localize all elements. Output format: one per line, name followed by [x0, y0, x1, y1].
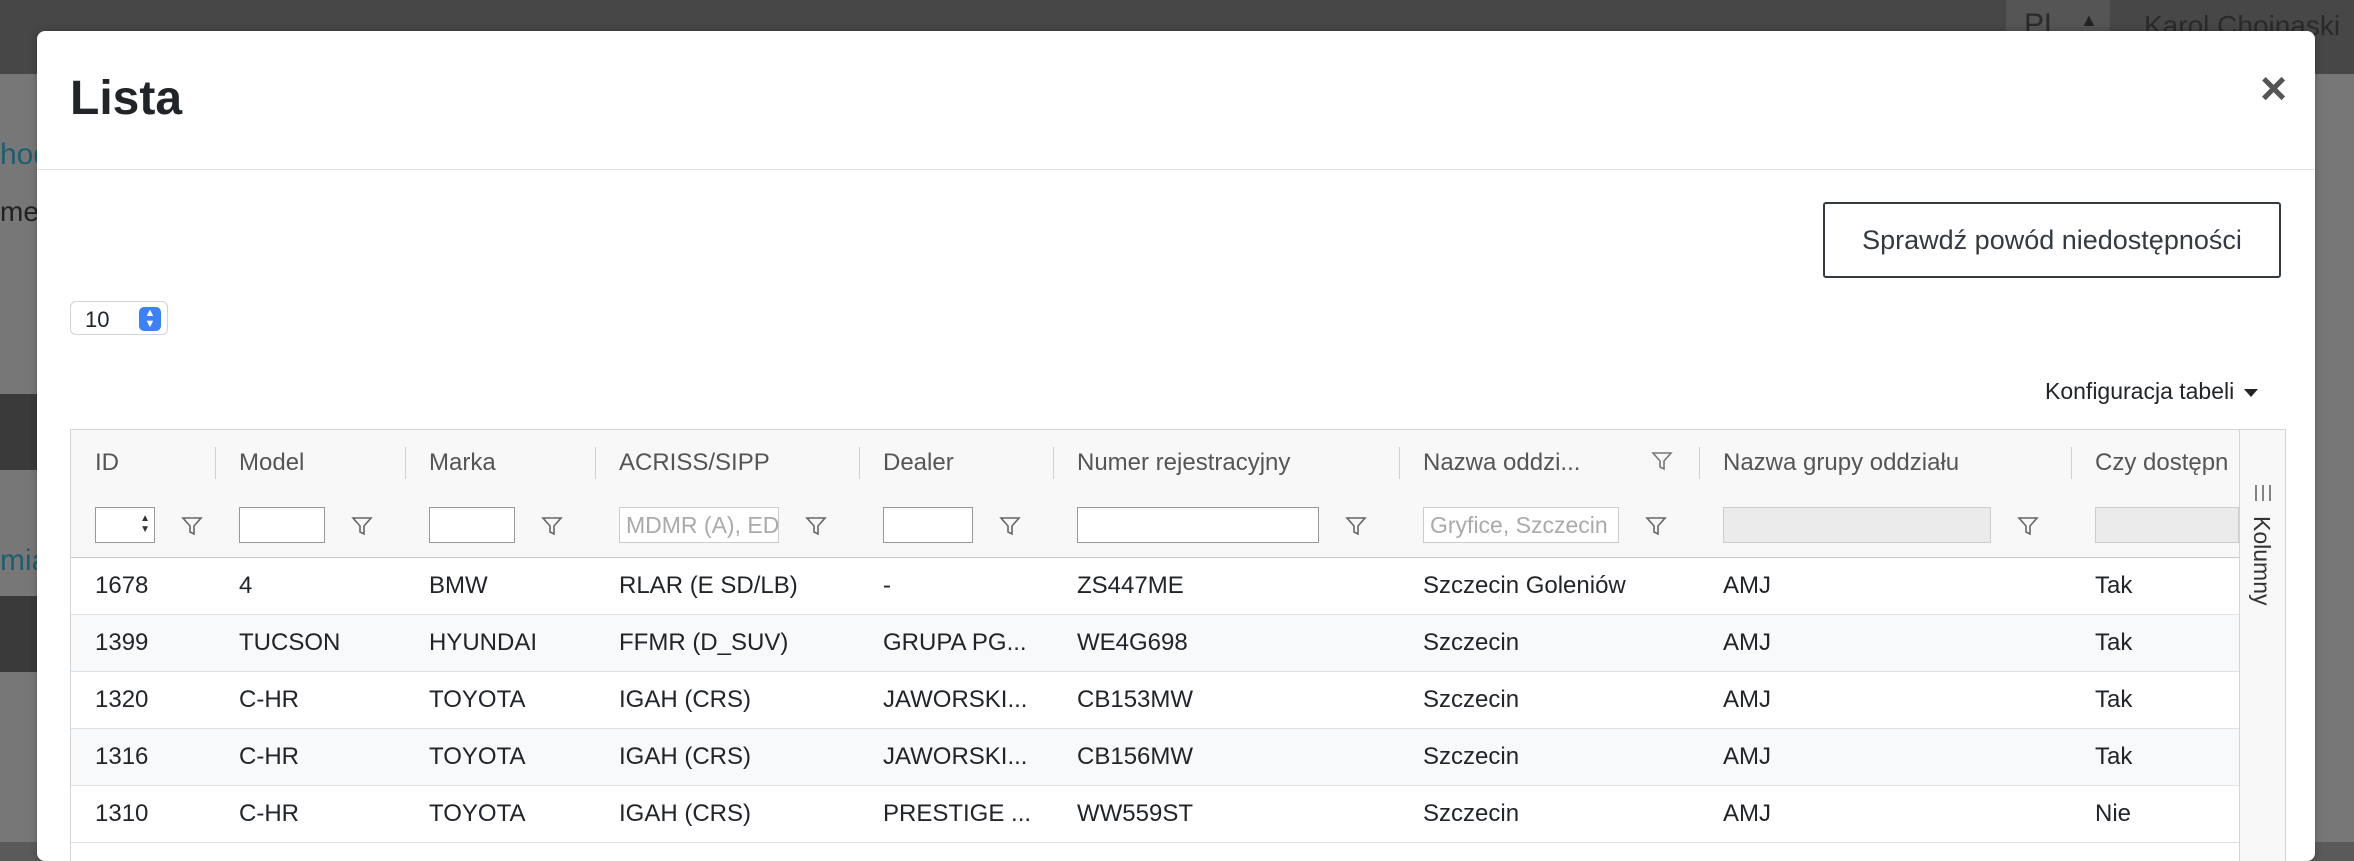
cell-available: Tak: [2095, 629, 2133, 656]
cell-marka: TOYOTA: [429, 800, 526, 827]
table-body-area: ID Model Marka ACRISS/SIPP Dealer Numer …: [71, 430, 2239, 861]
columns-panel-label: Kolumny: [2249, 516, 2275, 606]
cell-available: Tak: [2095, 572, 2133, 599]
cell-available: Tak: [2095, 686, 2133, 713]
cell-branch-group: AMJ: [1723, 629, 1771, 656]
table-config-label: Konfiguracja tabeli: [2045, 378, 2235, 404]
dealer-filter-input[interactable]: [883, 507, 973, 543]
cell-branch: Szczecin: [1423, 743, 1520, 770]
check-unavailability-button[interactable]: Sprawdź powód niedostępności: [1823, 202, 2281, 278]
filter-icon[interactable]: [2017, 515, 2039, 537]
column-header-branch[interactable]: Nazwa oddzi...: [1399, 430, 1619, 495]
cell-dealer: JAWORSKI...: [883, 686, 1028, 713]
cell-marka: TOYOTA: [429, 743, 526, 770]
filter-icon[interactable]: [181, 515, 203, 537]
column-header-acriss[interactable]: ACRISS/SIPP: [595, 430, 859, 495]
cell-dealer: JAWORSKI...: [883, 743, 1028, 770]
table-filter-row: ▲▼ MDMR (A), EDMR Gryfice, Szczecin: [71, 495, 2239, 558]
cell-model: C-HR: [239, 686, 299, 713]
table-header-row: ID Model Marka ACRISS/SIPP Dealer Numer …: [71, 430, 2239, 496]
column-header-available[interactable]: Czy dostępn: [2071, 430, 2239, 495]
acriss-filter-input[interactable]: MDMR (A), EDMR: [619, 507, 779, 543]
modal-header: Lista ×: [37, 31, 2315, 170]
cell-acriss: IGAH (CRS): [619, 800, 751, 827]
cell-registration: WE4G698: [1077, 629, 1188, 656]
cell-dealer: GRUPA PG...: [883, 629, 1027, 656]
modal-title: Lista: [70, 72, 183, 125]
cell-registration: ZS447ME: [1077, 572, 1184, 599]
cell-id: 1316: [95, 743, 149, 770]
branch-group-filter-input: [1723, 507, 1991, 543]
column-header-marka[interactable]: Marka: [405, 430, 595, 495]
filter-icon[interactable]: [1345, 515, 1367, 537]
cell-acriss: FFMR (D_SUV): [619, 629, 789, 656]
column-header-registration[interactable]: Numer rejestracyjny: [1053, 430, 1399, 495]
chevron-up-icon: ▲: [2080, 10, 2098, 30]
marka-filter-input[interactable]: [429, 507, 515, 543]
column-header-model[interactable]: Model: [215, 430, 405, 495]
cell-dealer: -: [883, 572, 891, 599]
cell-acriss: RLAR (E SD/LB): [619, 572, 798, 599]
filter-icon[interactable]: [1645, 515, 1667, 537]
cell-marka: TOYOTA: [429, 686, 526, 713]
cell-available: Nie: [2095, 800, 2132, 827]
cell-branch-group: AMJ: [1723, 686, 1771, 713]
cell-registration: WW559ST: [1077, 800, 1194, 827]
cell-marka: HYUNDAI: [429, 629, 538, 656]
cell-acriss: IGAH (CRS): [619, 743, 751, 770]
column-header-branch-group[interactable]: Nazwa grupy oddziału: [1699, 430, 2071, 495]
filter-icon[interactable]: [999, 515, 1021, 537]
list-modal: Lista × Sprawdź powód niedostępności 10 …: [37, 31, 2315, 861]
cell-id: 1320: [95, 686, 149, 713]
close-icon[interactable]: ×: [2260, 65, 2287, 111]
table-row[interactable]: 1399 TUCSON HYUNDAI FFMR (D_SUV) GRUPA P…: [71, 615, 2239, 672]
table-row[interactable]: 1316 C-HR TOYOTA IGAH (CRS) JAWORSKI... …: [71, 729, 2239, 786]
cell-marka: BMW: [429, 572, 488, 599]
id-filter-input[interactable]: ▲ ▼: [95, 507, 155, 543]
columns-icon: [2255, 485, 2271, 501]
cell-branch-group: AMJ: [1723, 800, 1771, 827]
column-header-id[interactable]: ID: [71, 430, 216, 495]
model-filter-input[interactable]: [239, 507, 325, 543]
page-size-value: 10: [85, 307, 110, 332]
filter-icon[interactable]: [351, 515, 373, 537]
caret-down-icon: [2244, 388, 2259, 397]
table-row[interactable]: 1320 C-HR TOYOTA IGAH (CRS) JAWORSKI... …: [71, 672, 2239, 729]
background-strip: [0, 394, 38, 470]
cell-acriss: IGAH (CRS): [619, 686, 751, 713]
spinner-icon: ▲ ▼: [140, 513, 150, 535]
cell-branch: Szczecin Goleniów: [1423, 572, 1626, 599]
cell-available: Tak: [2095, 743, 2133, 770]
cell-model: 4: [239, 572, 253, 599]
branch-filter-input[interactable]: Gryfice, Szczecin: [1423, 507, 1619, 543]
cell-branch: Szczecin: [1423, 800, 1520, 827]
cell-dealer: PRESTIGE ...: [883, 800, 1032, 827]
cell-registration: CB156MW: [1077, 743, 1194, 770]
background-strip-2: [0, 596, 38, 672]
cell-id: 1399: [95, 629, 149, 656]
cell-branch-group: AMJ: [1723, 572, 1771, 599]
cell-model: C-HR: [239, 743, 299, 770]
page-size-select[interactable]: 10 ▲ ▼: [70, 301, 168, 335]
table-row[interactable]: 1310 C-HR TOYOTA IGAH (CRS) PRESTIGE ...…: [71, 786, 2239, 843]
table-row[interactable]: 1678 4 BMW RLAR (E SD/LB) - ZS447ME Szcz…: [71, 558, 2239, 615]
data-table: ID Model Marka ACRISS/SIPP Dealer Numer …: [70, 429, 2286, 861]
select-arrows-icon: ▲ ▼: [139, 307, 161, 331]
cell-branch: Szczecin: [1423, 686, 1520, 713]
cell-model: TUCSON: [239, 629, 341, 656]
cell-branch-group: AMJ: [1723, 743, 1771, 770]
cell-model: C-HR: [239, 800, 299, 827]
table-config-dropdown[interactable]: Konfiguracja tabeli: [2045, 378, 2259, 405]
cell-id: 1678: [95, 572, 149, 599]
column-header-dealer[interactable]: Dealer: [859, 430, 1053, 495]
cell-registration: CB153MW: [1077, 686, 1194, 713]
columns-side-panel[interactable]: Kolumny: [2239, 430, 2285, 861]
cell-branch: Szczecin: [1423, 629, 1520, 656]
cell-id: 1310: [95, 800, 149, 827]
available-filter-input: [2095, 507, 2239, 543]
filter-icon[interactable]: [805, 515, 827, 537]
registration-filter-input[interactable]: [1077, 507, 1319, 543]
filter-active-icon[interactable]: [1651, 450, 1673, 472]
filter-icon[interactable]: [541, 515, 563, 537]
